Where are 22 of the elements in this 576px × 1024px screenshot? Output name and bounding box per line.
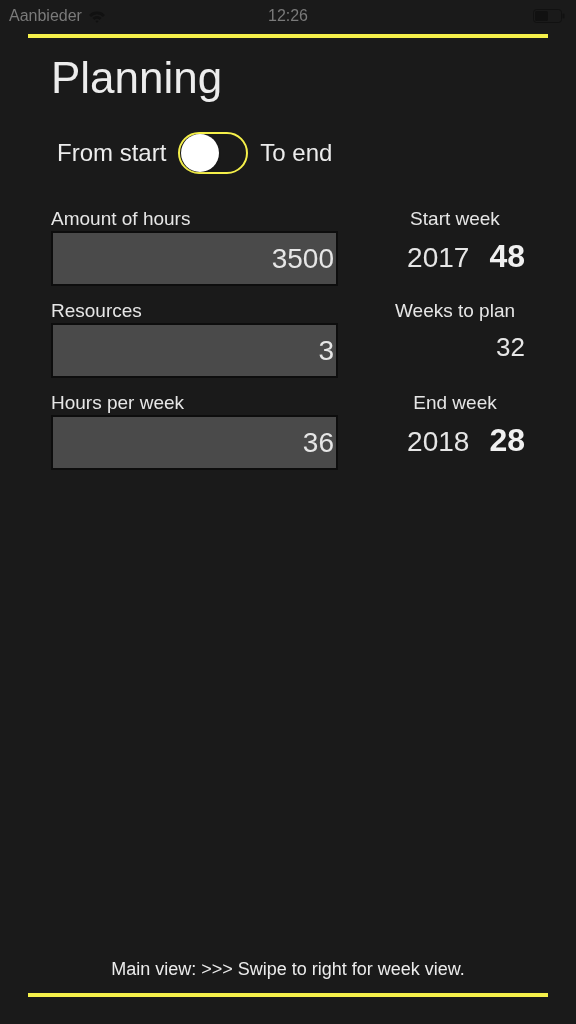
- year-value: 2017: [407, 244, 470, 272]
- side-label: Weeks to plan: [394, 301, 516, 320]
- week-value: 28: [489, 424, 525, 456]
- input-field[interactable]: 36: [51, 415, 338, 470]
- weeks-value: 32: [496, 334, 525, 360]
- year-value: 2018: [407, 428, 470, 456]
- week-value: 48: [489, 240, 525, 272]
- side-label: Start week: [410, 209, 500, 228]
- carrier-name: Aanbieder: [9, 6, 82, 26]
- side-label: End week: [413, 393, 497, 412]
- switch-knob: [181, 134, 220, 172]
- field-label: Amount of hours: [51, 207, 192, 228]
- footer-hint: Main view: >>> Swipe to right for week view.: [111, 958, 465, 981]
- mode-switch[interactable]: [178, 132, 249, 174]
- field-label: Resources: [51, 299, 143, 320]
- toggle-left-label: From start: [57, 138, 167, 168]
- toggle-right-label: To end: [260, 138, 333, 168]
- page-title: Planning: [51, 56, 224, 100]
- input-field[interactable]: 3: [51, 323, 338, 378]
- field-label: Hours per week: [51, 391, 186, 412]
- clock-time: 12:26: [268, 6, 308, 26]
- input-field[interactable]: 3500: [51, 231, 338, 286]
